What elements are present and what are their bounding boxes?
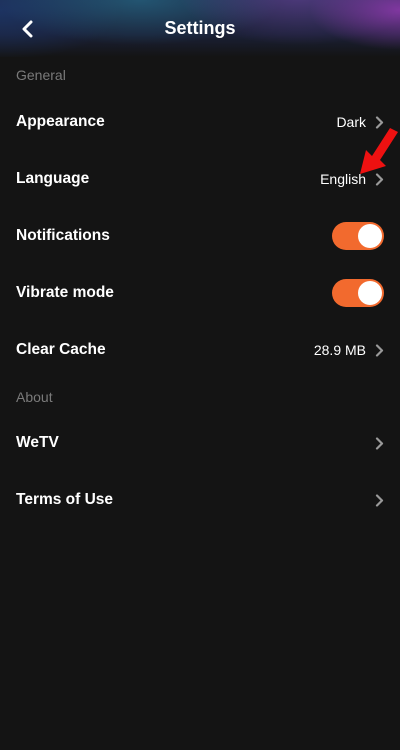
clear-cache-label: Clear Cache — [16, 341, 106, 358]
back-button[interactable] — [14, 16, 42, 42]
chevron-left-icon — [22, 20, 33, 38]
chevron-right-icon — [374, 436, 384, 450]
appearance-label: Appearance — [16, 113, 105, 130]
section-label-general: General — [16, 67, 66, 83]
notifications-label: Notifications — [16, 227, 110, 244]
chevron-right-icon — [374, 493, 384, 507]
red-arrow-icon — [360, 128, 398, 174]
cache-size-value: 28.9 MB — [313, 342, 366, 358]
terms-of-use-label: Terms of Use — [16, 491, 114, 508]
notifications-toggle[interactable] — [332, 222, 384, 250]
section-label-about: About — [16, 389, 53, 405]
language-row[interactable]: Language English — [0, 156, 400, 202]
terms-of-use-row[interactable]: Terms of Use — [0, 477, 400, 523]
wetv-row[interactable]: WeTV — [0, 420, 400, 466]
vibrate-mode-toggle[interactable] — [332, 279, 384, 307]
language-label: Language — [16, 170, 90, 187]
vibrate-mode-label: Vibrate mode — [16, 284, 114, 301]
vibrate-mode-row: Vibrate mode — [0, 270, 400, 316]
toggle-knob — [358, 281, 382, 305]
appearance-row[interactable]: Appearance Dark — [0, 99, 400, 145]
header-bar: Settings — [0, 0, 400, 57]
notifications-row: Notifications — [0, 213, 400, 259]
page-title: Settings — [164, 18, 236, 38]
toggle-knob — [358, 224, 382, 248]
wetv-label: WeTV — [16, 434, 59, 451]
chevron-right-icon — [374, 343, 384, 357]
clear-cache-row[interactable]: Clear Cache 28.9 MB — [0, 327, 400, 373]
